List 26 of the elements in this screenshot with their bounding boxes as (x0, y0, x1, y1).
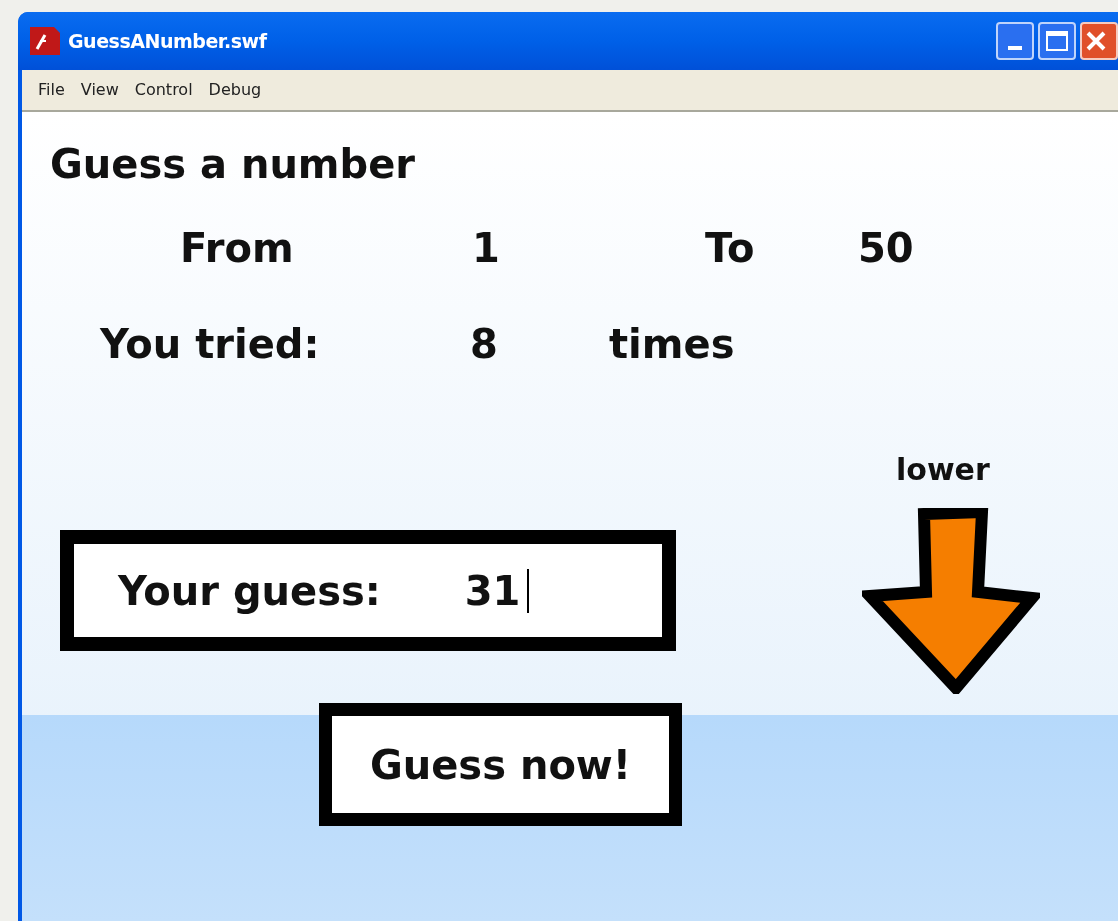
minimize-icon (1008, 46, 1022, 50)
hint-label: lower (896, 455, 990, 485)
guess-now-button[interactable]: Guess now! (319, 703, 682, 826)
game-heading: Guess a number (50, 144, 416, 184)
to-value: 50 (858, 228, 914, 268)
maximize-button[interactable] (1038, 22, 1076, 60)
window-title: GuessANumber.swf (68, 28, 267, 54)
close-button[interactable] (1080, 22, 1118, 60)
maximize-icon (1046, 31, 1068, 51)
to-label: To (705, 228, 755, 268)
minimize-button[interactable] (996, 22, 1034, 60)
close-icon (1086, 31, 1106, 51)
menu-item[interactable]: Debug (202, 78, 268, 102)
down-arrow-icon (862, 508, 1040, 694)
guess-input[interactable]: 31 (464, 560, 529, 621)
tries-unit: times (609, 324, 735, 364)
menu-item[interactable]: File (32, 78, 71, 102)
menu-item[interactable]: View (74, 78, 125, 102)
menu-item[interactable]: Control (128, 78, 199, 102)
from-label: From (180, 228, 294, 268)
from-value: 1 (472, 228, 500, 268)
text-cursor (526, 568, 529, 613)
tries-count: 8 (470, 324, 498, 364)
tries-label: You tried: (100, 324, 320, 364)
guess-label: Your guess: (118, 566, 381, 616)
flash-file-icon (28, 25, 62, 57)
